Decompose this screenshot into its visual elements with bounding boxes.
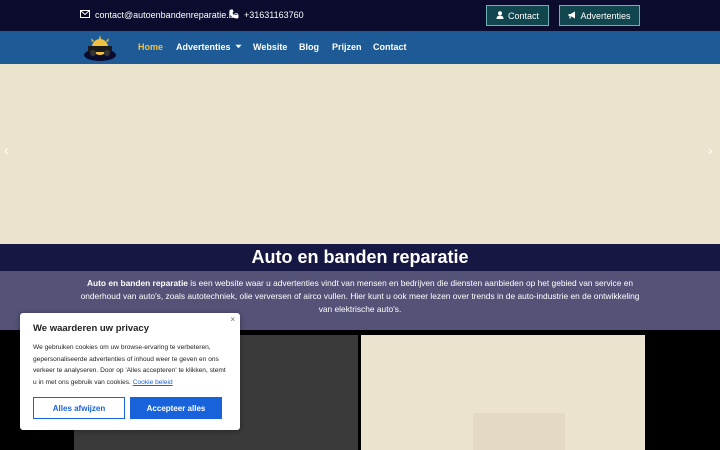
chevron-down-icon — [234, 42, 242, 52]
cookie-title: We waarderen uw privacy — [33, 323, 149, 334]
nav-item-advertenties-label: Advertenties — [176, 42, 231, 52]
card-image-placeholder — [473, 413, 565, 450]
top-bar: contact@autoenbandenreparatie.be +316311… — [0, 0, 720, 31]
slider-next-arrow[interactable]: › — [708, 142, 713, 158]
nav-item-contact[interactable]: Contact — [373, 42, 407, 52]
cookie-policy-link[interactable]: Cookie beleid — [133, 379, 173, 386]
page-title-band: Auto en banden reparatie — [0, 244, 720, 271]
close-icon[interactable]: × — [230, 315, 235, 324]
phone-icon — [229, 9, 239, 21]
nav-item-advertenties[interactable]: Advertenties — [176, 42, 242, 52]
nav-item-website[interactable]: Website — [253, 42, 287, 52]
email-text: contact@autoenbandenreparatie.be — [95, 10, 239, 20]
slider-prev-arrow[interactable]: ‹ — [4, 142, 9, 158]
logo-icon[interactable] — [82, 33, 118, 63]
nav-item-prijzen[interactable]: Prijzen — [332, 42, 362, 52]
email-link[interactable]: contact@autoenbandenreparatie.be — [80, 9, 239, 21]
content-card-right[interactable] — [361, 335, 645, 450]
contact-button[interactable]: Contact — [486, 5, 549, 26]
cookie-body: We gebruiken cookies om uw browse-ervari… — [33, 344, 226, 387]
cookie-text: We gebruiken cookies om uw browse-ervari… — [33, 342, 227, 389]
phone-text: +31631163760 — [244, 10, 304, 20]
contact-button-label: Contact — [507, 10, 540, 21]
hero-slider: ‹ › — [0, 64, 720, 244]
cookie-buttons: Alles afwijzen Accepteer alles — [33, 397, 222, 419]
ads-button[interactable]: Advertenties — [559, 5, 640, 26]
user-icon — [496, 10, 504, 21]
ads-button-label: Advertenties — [580, 10, 631, 21]
intro-bold: Auto en banden reparatie — [86, 278, 188, 288]
reject-all-button[interactable]: Alles afwijzen — [33, 397, 125, 419]
main-navbar: Home Advertenties Website Blog Prijzen C… — [0, 31, 720, 64]
megaphone-icon — [568, 11, 576, 21]
phone-link[interactable]: +31631163760 — [229, 9, 304, 21]
accept-all-button[interactable]: Accepteer alles — [130, 397, 222, 419]
cookie-banner: × We waarderen uw privacy We gebruiken c… — [20, 313, 240, 430]
page-title: Auto en banden reparatie — [251, 247, 469, 267]
nav-item-blog[interactable]: Blog — [299, 42, 319, 52]
nav-item-home[interactable]: Home — [138, 42, 163, 52]
envelope-icon — [80, 9, 90, 21]
